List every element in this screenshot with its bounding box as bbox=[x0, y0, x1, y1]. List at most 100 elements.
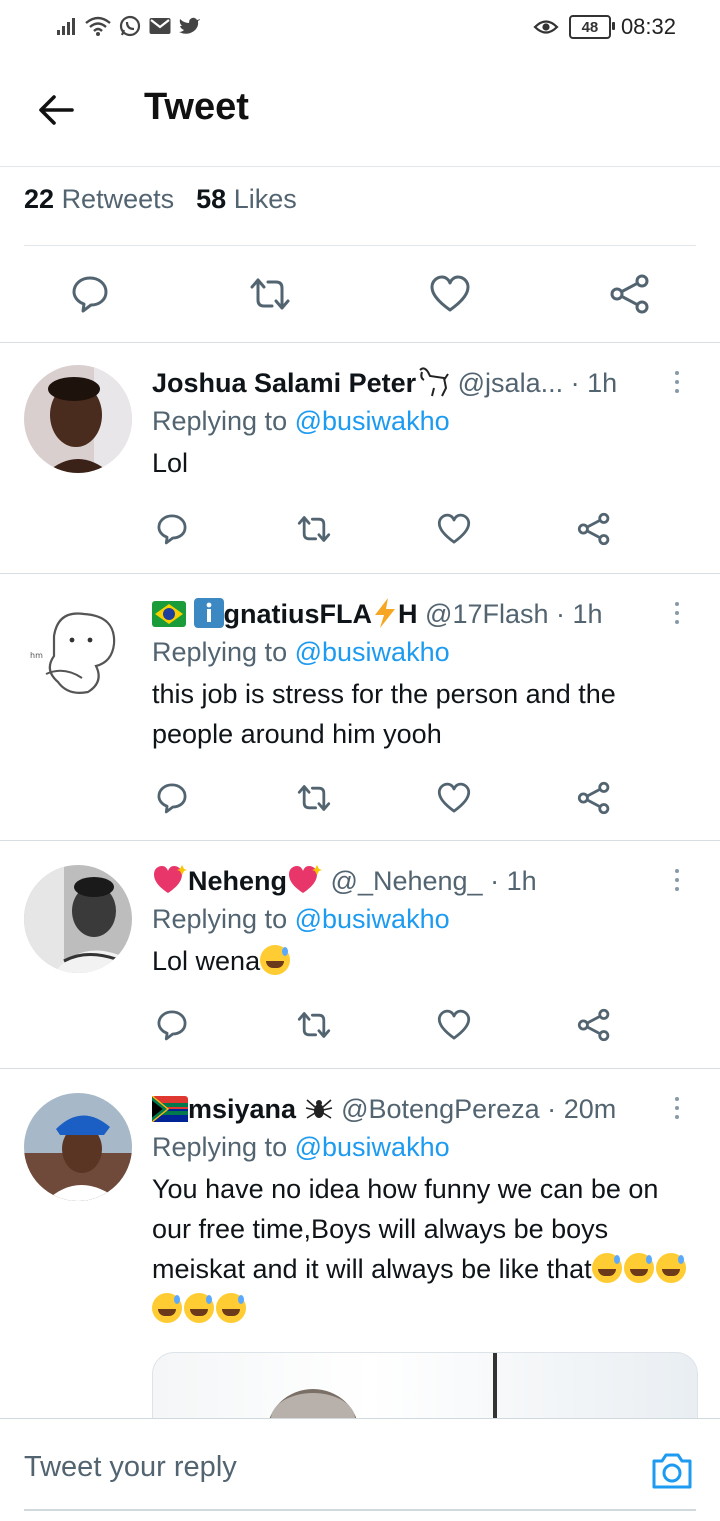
reply-time: 1h bbox=[506, 866, 537, 896]
gmail-icon bbox=[149, 18, 171, 34]
like-heart-icon[interactable] bbox=[428, 272, 472, 316]
mention-link[interactable]: @busiwakho bbox=[295, 406, 450, 436]
share-icon[interactable] bbox=[576, 780, 612, 816]
replying-to: Replying to @busiwakho bbox=[152, 406, 450, 436]
more-options-icon[interactable] bbox=[672, 1097, 682, 1127]
reply-actions bbox=[152, 1007, 630, 1051]
reply-icon[interactable] bbox=[154, 511, 190, 547]
reply-text: Lol bbox=[152, 448, 189, 478]
tweet-stats: 22 Retweets 58 Likes bbox=[24, 184, 297, 215]
avatar[interactable]: hm bbox=[24, 596, 132, 704]
back-arrow-icon[interactable] bbox=[34, 88, 78, 132]
wifi-icon bbox=[85, 16, 111, 36]
reply-time: 1h bbox=[572, 599, 603, 629]
reply-icon[interactable] bbox=[154, 1007, 190, 1043]
display-name[interactable]: gnatiusFLA bbox=[224, 599, 373, 629]
reply-text: Lol wena bbox=[152, 946, 261, 976]
sweat-smile-emoji-icon bbox=[216, 1293, 246, 1323]
divider bbox=[24, 245, 696, 246]
retweets-count: 22 bbox=[24, 184, 55, 214]
mention-link[interactable]: @busiwakho bbox=[295, 637, 450, 667]
reply-item[interactable]: hm gnatiusFLA H @17Flash · 1h Replying to… bbox=[0, 574, 720, 841]
retweets-label: Retweets bbox=[61, 184, 175, 214]
sweat-smile-emoji-icon bbox=[655, 1253, 686, 1283]
user-handle: @17Flash bbox=[425, 599, 549, 629]
sweat-smile-emoji-icon bbox=[152, 1293, 182, 1323]
reply-composer: Tweet your reply bbox=[0, 1418, 720, 1521]
user-handle: @BotengPereza bbox=[341, 1094, 540, 1124]
reply-actions bbox=[152, 511, 630, 555]
avatar[interactable] bbox=[24, 365, 132, 473]
reply-content: gnatiusFLA H @17Flash · 1h Replying to @b… bbox=[152, 596, 696, 754]
south-africa-flag-icon bbox=[152, 1095, 188, 1123]
display-name[interactable]: Joshua Salami Peter bbox=[152, 368, 416, 398]
mention-link[interactable]: @busiwakho bbox=[295, 904, 450, 934]
more-options-icon[interactable] bbox=[672, 371, 682, 401]
reply-content: msiyana @BotengPereza · 20m Replying to … bbox=[152, 1091, 696, 1329]
reply-input[interactable]: Tweet your reply bbox=[24, 1451, 237, 1484]
clock: 08:32 bbox=[620, 14, 676, 39]
info-letter-i-icon bbox=[193, 598, 224, 628]
reply-header: gnatiusFLA H @17Flash · 1h bbox=[152, 596, 696, 632]
like-heart-icon[interactable] bbox=[436, 511, 472, 547]
reply-icon[interactable] bbox=[154, 780, 190, 816]
reply-header: Neheng @_Neheng_ · 1h bbox=[152, 863, 696, 899]
brazil-flag-icon bbox=[152, 601, 186, 627]
status-icons-right: 48 08:32 bbox=[533, 14, 676, 40]
reply-header: msiyana @BotengPereza · 20m bbox=[152, 1091, 696, 1127]
divider bbox=[24, 1509, 696, 1511]
likes-count: 58 bbox=[196, 184, 227, 214]
whatsapp-icon bbox=[119, 15, 141, 37]
mention-link[interactable]: @busiwakho bbox=[295, 1132, 450, 1162]
more-options-icon[interactable] bbox=[672, 602, 682, 632]
retweet-icon[interactable] bbox=[248, 272, 292, 316]
eye-icon bbox=[533, 20, 559, 34]
display-name[interactable]: Neheng bbox=[188, 866, 287, 896]
replying-to: Replying to @busiwakho bbox=[152, 637, 450, 667]
tweet-actions bbox=[0, 262, 720, 326]
share-icon[interactable] bbox=[608, 272, 652, 316]
goat-icon bbox=[419, 367, 449, 397]
avatar[interactable] bbox=[24, 865, 132, 973]
user-handle: @_Neheng_ bbox=[330, 866, 483, 896]
spider-icon bbox=[305, 1099, 332, 1119]
retweets-stat[interactable]: 22 Retweets bbox=[24, 184, 174, 214]
share-icon[interactable] bbox=[576, 511, 612, 547]
share-icon[interactable] bbox=[576, 1007, 612, 1043]
reply-icon[interactable] bbox=[68, 272, 112, 316]
reply-text: this job is stress for the person and th… bbox=[152, 679, 616, 749]
tears-of-joy-emoji-icon bbox=[260, 945, 291, 975]
twitter-icon bbox=[179, 17, 200, 34]
reply-item[interactable]: Joshua Salami Peter @jsala... · 1h Reply… bbox=[0, 343, 720, 574]
reply-item[interactable]: Neheng @_Neheng_ · 1h Replying to @busiw… bbox=[0, 841, 720, 1069]
like-heart-icon[interactable] bbox=[436, 1007, 472, 1043]
likes-label: Likes bbox=[233, 184, 297, 214]
sparkling-heart-icon bbox=[289, 865, 323, 893]
signal-icon bbox=[57, 18, 75, 35]
display-name-suffix: H bbox=[398, 599, 418, 629]
lightning-icon bbox=[375, 598, 396, 628]
status-icons-left bbox=[56, 14, 202, 38]
retweet-icon[interactable] bbox=[296, 511, 332, 547]
top-bar: Tweet bbox=[0, 56, 720, 167]
camera-icon[interactable] bbox=[650, 1451, 694, 1491]
sweat-smile-emoji-icon bbox=[184, 1293, 214, 1323]
reply-time: 20m bbox=[563, 1094, 617, 1124]
reply-time: 1h bbox=[587, 368, 618, 398]
display-name[interactable]: msiyana bbox=[188, 1094, 296, 1124]
reply-actions bbox=[152, 780, 630, 824]
reply-text: You have no idea how funny we can be on … bbox=[152, 1174, 659, 1284]
sweat-smile-emoji-icon bbox=[623, 1253, 654, 1283]
avatar[interactable] bbox=[24, 1093, 132, 1201]
reply-text-row: You have no idea how funny we can be on … bbox=[152, 1169, 696, 1329]
reply-content: Joshua Salami Peter @jsala... · 1h Reply… bbox=[152, 365, 696, 483]
retweet-icon[interactable] bbox=[296, 1007, 332, 1043]
like-heart-icon[interactable] bbox=[436, 780, 472, 816]
sparkling-heart-icon bbox=[154, 865, 187, 893]
likes-stat[interactable]: 58 Likes bbox=[196, 184, 297, 214]
svg-text:hm: hm bbox=[30, 651, 43, 660]
retweet-icon[interactable] bbox=[296, 780, 332, 816]
replying-to: Replying to @busiwakho bbox=[152, 1132, 450, 1162]
sweat-smile-emoji-icon bbox=[591, 1253, 622, 1283]
more-options-icon[interactable] bbox=[672, 869, 682, 899]
